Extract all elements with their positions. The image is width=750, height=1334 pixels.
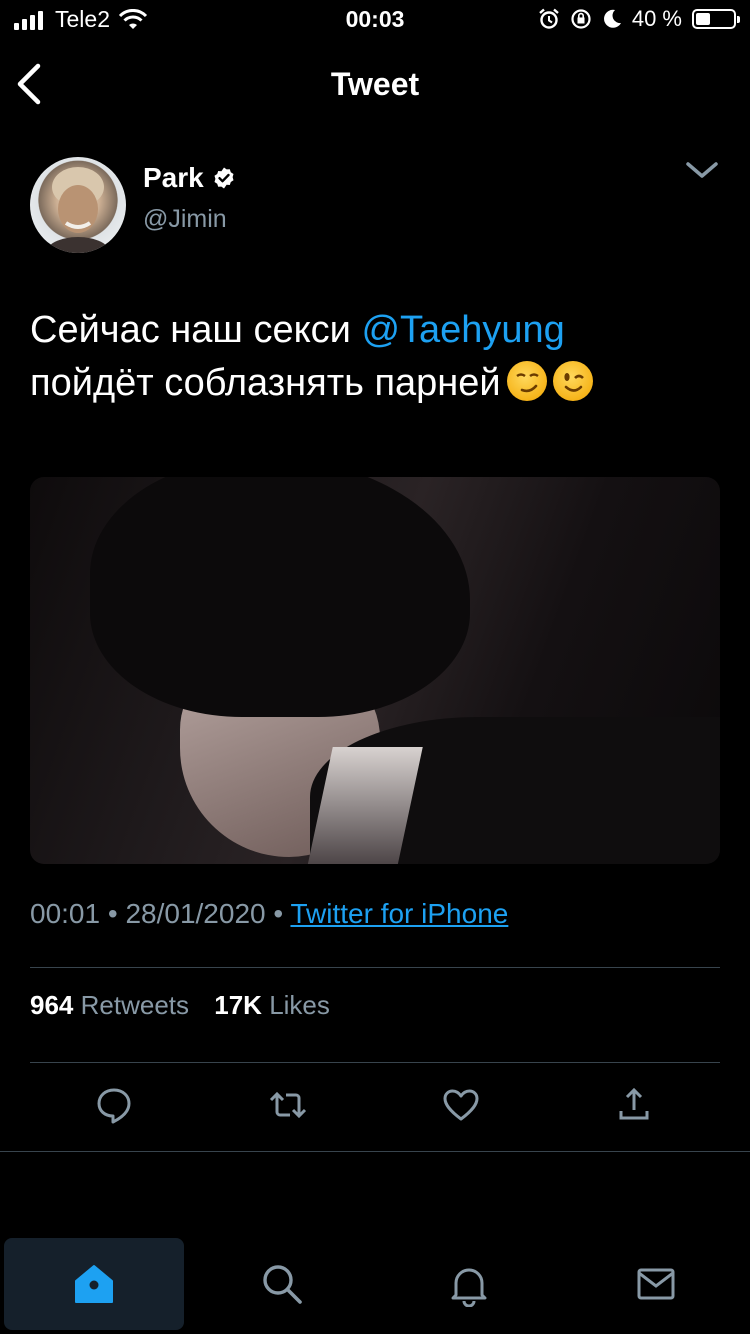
- meta-separator: •: [273, 898, 284, 929]
- smirking-face-emoji-icon: [506, 361, 547, 401]
- verified-badge-icon: [212, 166, 236, 190]
- avatar-photo: [46, 167, 110, 253]
- tab-bar: [0, 1236, 750, 1334]
- engagement-stats: 964 Retweets 17K Likes: [30, 990, 348, 1021]
- battery-percent: 40 %: [631, 6, 682, 31]
- chevron-down-icon: [686, 162, 718, 178]
- share-icon: [619, 1087, 649, 1120]
- status-right: 40 %: [538, 6, 740, 32]
- winking-face-emoji-icon: [552, 361, 593, 401]
- reply-button[interactable]: [94, 1085, 140, 1131]
- avatar[interactable]: [30, 157, 126, 253]
- media-hair: [90, 477, 470, 717]
- author-name-row: Park: [143, 162, 236, 194]
- tweet-date: 28/01/2020: [125, 898, 266, 929]
- rotation-lock-icon: [570, 8, 592, 30]
- status-bar: Tele2 00:03 40 %: [0, 0, 750, 40]
- retweet-button[interactable]: [268, 1085, 314, 1131]
- likes-count[interactable]: 17K: [214, 990, 262, 1020]
- likes-label[interactable]: Likes: [269, 990, 330, 1020]
- tweet-meta: 00:01 • 28/01/2020 • Twitter for iPhone: [30, 898, 508, 930]
- retweets-count[interactable]: 964: [30, 990, 73, 1020]
- tweet-text-part1: Сейчас наш секси: [30, 309, 362, 351]
- retweets-label[interactable]: Retweets: [81, 990, 189, 1020]
- tweet-options-button[interactable]: [684, 158, 724, 188]
- retweet-icon: [269, 1091, 307, 1119]
- tweet-actions: [30, 1085, 720, 1131]
- heart-icon: [443, 1089, 479, 1121]
- author-name[interactable]: Park: [143, 162, 204, 194]
- tab-messages[interactable]: [566, 1238, 746, 1330]
- divider: [30, 967, 720, 968]
- search-icon: [263, 1265, 302, 1304]
- do-not-disturb-icon: [602, 8, 622, 30]
- tweet-text: Сейчас наш секси @Taehyung пойдёт соблаз…: [30, 304, 720, 410]
- tab-search[interactable]: [192, 1238, 372, 1330]
- battery-icon: [692, 9, 740, 29]
- author-handle[interactable]: @Jimin: [143, 205, 227, 234]
- like-button[interactable]: [441, 1085, 487, 1131]
- tweet-text-part2: пойдёт соблазнять парней: [30, 362, 501, 404]
- home-icon: [75, 1265, 113, 1303]
- tweet-time: 00:01: [30, 898, 101, 929]
- tweet-source-link[interactable]: Twitter for iPhone: [290, 898, 508, 929]
- bell-icon: [451, 1268, 487, 1307]
- alarm-icon: [538, 8, 560, 30]
- envelope-icon: [637, 1268, 675, 1300]
- mention-link[interactable]: @Taehyung: [361, 309, 564, 351]
- tab-notifications[interactable]: [379, 1238, 559, 1330]
- tweet-media-image[interactable]: [30, 477, 720, 864]
- divider: [30, 1062, 720, 1063]
- share-button[interactable]: [614, 1085, 660, 1131]
- page-title: Tweet: [330, 66, 420, 102]
- meta-separator: •: [107, 898, 118, 929]
- nav-bar: Tweet: [0, 44, 750, 124]
- reply-icon: [97, 1088, 131, 1124]
- divider: [0, 1151, 750, 1152]
- tab-home[interactable]: [4, 1238, 184, 1330]
